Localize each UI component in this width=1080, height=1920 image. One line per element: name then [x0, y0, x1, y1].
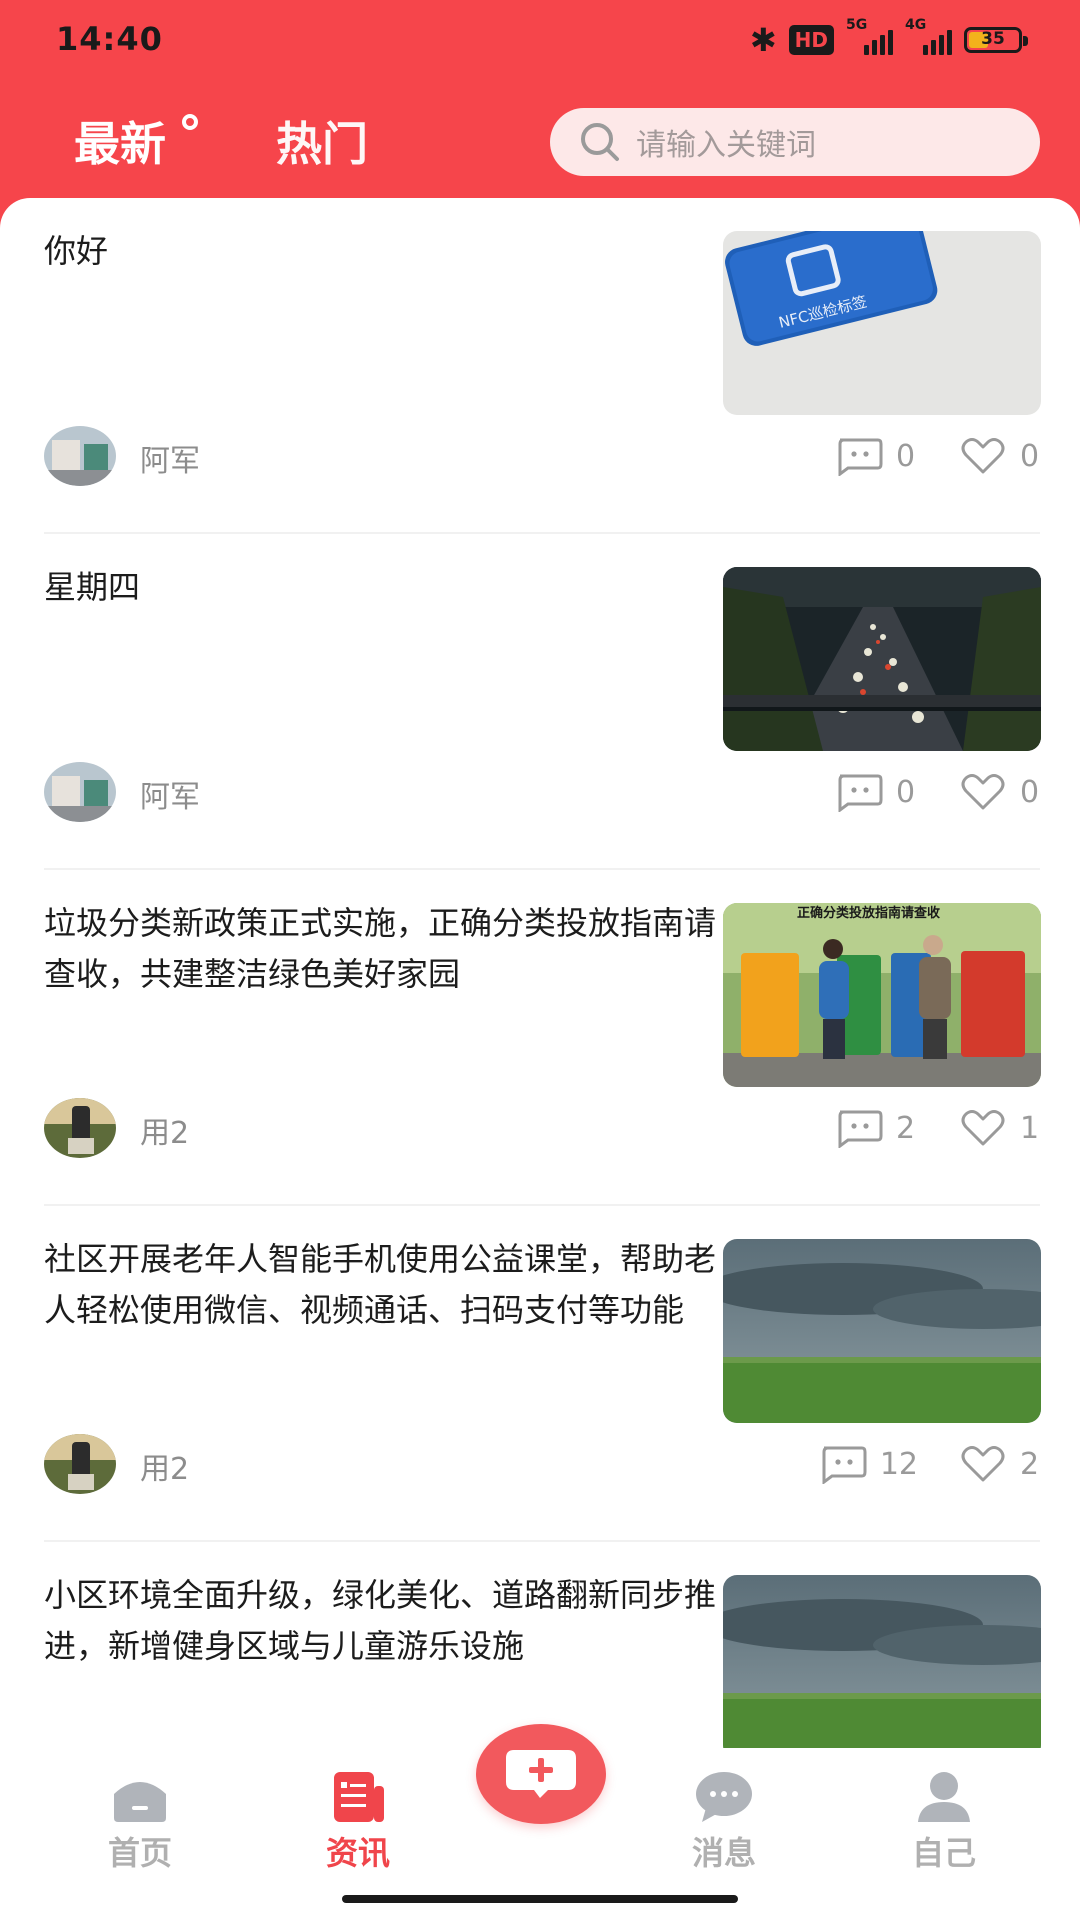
home-indicator — [342, 1895, 738, 1903]
avatar[interactable] — [44, 1434, 116, 1494]
comment-icon[interactable] — [834, 772, 884, 812]
nav-news-label: 资讯 — [325, 1834, 390, 1872]
post-stats: 12 2 — [818, 1442, 1042, 1486]
tab-hot[interactable]: 热门 — [276, 108, 368, 174]
news-icon — [334, 1772, 384, 1822]
tab-latest[interactable]: 最新 — [74, 108, 166, 174]
search-placeholder: 请输入关键词 — [636, 128, 816, 163]
search-input[interactable]: 请输入关键词 — [550, 108, 1040, 176]
like-icon[interactable] — [958, 1108, 1008, 1148]
add-post-button[interactable] — [476, 1724, 606, 1824]
post-title: 垃圾分类新政策正式实施，正确分类投放指南请查收，共建整洁绿色美好家园 — [44, 904, 717, 993]
like-count: 0 — [1020, 774, 1040, 810]
status-bar: 14:40 ✱ HD 5G 4G 35 — [0, 0, 1080, 80]
grassland-storm-photo[interactable] — [723, 1239, 1041, 1423]
post-title: 小区环境全面升级，绿化美化、道路翻新同步推进，新增健身区域与儿童游乐设施 — [44, 1576, 717, 1665]
feed-item[interactable]: 星期四 阿军 0 0 — [0, 534, 1080, 870]
nfc-tag-photo[interactable]: NFC巡检标签 — [723, 231, 1041, 415]
notification-dot-icon — [182, 114, 198, 130]
hd-badge: HD — [788, 25, 834, 55]
nav-profile[interactable]: 自己 — [884, 1768, 1004, 1874]
garbage-sorting-photo[interactable]: 正确分类投放指南请查收 — [723, 903, 1041, 1087]
avatar[interactable] — [44, 1098, 116, 1158]
profile-icon — [918, 1772, 970, 1822]
post-stats: 2 1 — [834, 1106, 1042, 1150]
post-title: 星期四 — [44, 568, 141, 606]
nav-home[interactable]: 首页 — [80, 1768, 200, 1874]
feed-item[interactable]: 社区开展老年人智能手机使用公益课堂，帮助老人轻松使用微信、视频通话、扫码支付等功… — [0, 1206, 1080, 1542]
feed-item[interactable]: 垃圾分类新政策正式实施，正确分类投放指南请查收，共建整洁绿色美好家园 正确分类投… — [0, 870, 1080, 1206]
home-icon — [114, 1782, 166, 1822]
author-name: 阿军 — [140, 780, 200, 815]
comment-icon[interactable] — [834, 436, 884, 476]
author-name: 用2 — [140, 1116, 190, 1151]
like-count: 0 — [1020, 438, 1040, 474]
signal-5g-icon: 5G — [846, 17, 893, 55]
author-name: 用2 — [140, 1452, 190, 1487]
avatar[interactable] — [44, 426, 116, 486]
post-stats: 0 0 — [834, 434, 1042, 478]
comment-count: 0 — [896, 438, 916, 474]
post-stats: 0 0 — [834, 770, 1042, 814]
grassland-storm-photo[interactable] — [723, 1575, 1041, 1758]
post-title: 社区开展老年人智能手机使用公益课堂，帮助老人轻松使用微信、视频通话、扫码支付等功… — [44, 1240, 717, 1329]
nav-messages-label: 消息 — [691, 1834, 756, 1872]
nav-profile-label: 自己 — [911, 1834, 976, 1872]
nav-news[interactable]: 资讯 — [298, 1768, 418, 1874]
search-icon — [581, 123, 619, 161]
like-icon[interactable] — [958, 1444, 1008, 1484]
bluetooth-icon: ✱ — [749, 21, 777, 59]
comment-icon[interactable] — [818, 1444, 868, 1484]
battery-icon: 35 — [964, 27, 1028, 53]
message-icon — [696, 1772, 752, 1822]
like-icon[interactable] — [958, 772, 1008, 812]
nav-messages[interactable]: 消息 — [664, 1768, 784, 1874]
comment-count: 12 — [879, 1446, 918, 1482]
like-count: 1 — [1020, 1110, 1040, 1146]
add-post-icon — [506, 1750, 576, 1798]
author-name: 阿军 — [140, 444, 200, 479]
signal-4g-icon: 4G — [905, 17, 952, 55]
status-icons: ✱ HD 5G 4G 35 — [749, 17, 1028, 59]
like-icon[interactable] — [958, 436, 1008, 476]
nav-home-label: 首页 — [107, 1834, 172, 1872]
garbage-photo-caption: 正确分类投放指南请查收 — [797, 905, 941, 921]
avatar[interactable] — [44, 762, 116, 822]
status-time: 14:40 — [56, 20, 163, 58]
comment-count: 0 — [896, 774, 916, 810]
feed-list: 你好 NFC巡检标签 阿军 0 0 星期四 阿军 0 0 垃圾分类新政策正式实施… — [0, 198, 1080, 1758]
feed-item[interactable]: 你好 NFC巡检标签 阿军 0 0 — [0, 198, 1080, 534]
like-count: 2 — [1020, 1446, 1040, 1482]
post-title: 你好 — [44, 232, 109, 270]
comment-icon[interactable] — [834, 1108, 884, 1148]
battery-level: 35 — [981, 29, 1005, 49]
comment-count: 2 — [896, 1110, 916, 1146]
night-traffic-photo[interactable] — [723, 567, 1041, 751]
